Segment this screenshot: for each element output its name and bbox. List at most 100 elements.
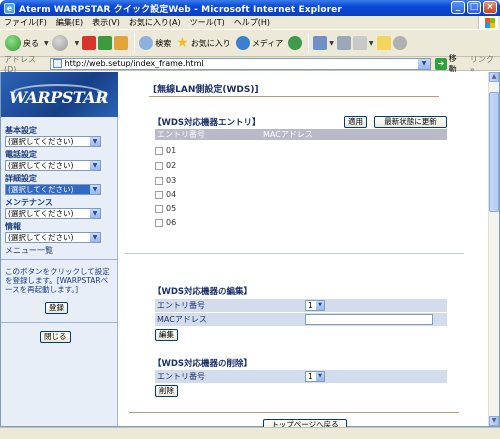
back-button[interactable]: 戻る [5, 35, 39, 51]
menu-tools[interactable]: ツール(T) [190, 17, 225, 28]
forward-button[interactable] [51, 35, 70, 51]
delete-entry-label: エントリ番号 [157, 372, 205, 381]
edit-page-icon[interactable] [352, 36, 367, 50]
entry-checkbox[interactable] [155, 146, 163, 155]
menu-list-link[interactable]: メニュー一覧 [5, 245, 53, 256]
minimize-button[interactable]: _ [451, 1, 465, 14]
col-mac-address: MACアドレス [263, 130, 313, 139]
phone-settings-select[interactable]: (選択してください) ▼ [5, 160, 101, 171]
main-frame: [無線LAN側設定(WDS)] 【WDS対応機器エントリ】 適用 最新状態に更新… [119, 72, 489, 431]
stop-icon[interactable] [82, 36, 97, 50]
media-icon [235, 36, 250, 50]
folder-icon[interactable] [376, 36, 391, 50]
chevron-down-icon: ▼ [90, 209, 100, 218]
nav-label: 電話設定 [5, 150, 37, 159]
entry-checkbox[interactable] [155, 204, 163, 213]
maximize-button[interactable]: □ [467, 1, 481, 14]
warpstar-logo: WARPSTAR [1, 72, 118, 117]
menu-edit[interactable]: 編集(E) [56, 17, 83, 28]
nav-maintenance: メンテナンス (選択してください) ▼ [5, 197, 101, 219]
nav-info: 情報 (選択してください) ▼ [5, 221, 101, 243]
menu-file[interactable]: ファイル(F) [4, 17, 47, 28]
print-icon[interactable] [336, 36, 351, 50]
edit-entry-select[interactable]: 1 ▼ [305, 300, 325, 311]
menu-favorites[interactable]: お気に入り(A) [129, 17, 181, 28]
close-button[interactable]: 閉じる [40, 331, 71, 343]
chevron-down-icon: ▼ [90, 185, 100, 194]
scroll-down-icon[interactable]: ▼ [489, 416, 499, 426]
info-select[interactable]: (選択してください) ▼ [5, 232, 101, 243]
back-dropdown-icon[interactable]: ▼ [44, 40, 49, 47]
windows-logo-icon [478, 16, 498, 29]
toolbar: 戻る ▼ ▼ 検索 ★ お気に入り メディア ▼ ▼ [0, 29, 500, 57]
media-button[interactable]: メディア [235, 36, 283, 50]
edit-dropdown-icon[interactable]: ▼ [369, 40, 374, 47]
title-bar: e Aterm WARPSTAR クイック設定Web - Microsoft I… [0, 0, 500, 16]
window-controls: _ □ × [451, 1, 497, 14]
delete-button[interactable]: 削除 [155, 385, 178, 397]
entry-row[interactable]: 01 [155, 146, 176, 155]
search-button[interactable]: 検索 [139, 36, 171, 50]
address-label: アドレス(D) [4, 54, 36, 74]
address-input[interactable]: http://web.setup/index_frame.html ▼ [49, 57, 432, 70]
close-window-button[interactable]: × [483, 1, 497, 14]
chevron-down-icon: ▼ [316, 301, 324, 310]
delete-entry-select[interactable]: 1 ▼ [305, 371, 325, 382]
home-icon[interactable] [114, 36, 129, 50]
entries-section-title: 【WDS対応機器エントリ】 [153, 118, 261, 128]
mail-dropdown-icon[interactable]: ▼ [329, 40, 334, 47]
favorites-button[interactable]: ★ お気に入り [176, 35, 231, 51]
mail-icon[interactable] [313, 36, 328, 50]
nav-basic-settings: 基本設定 (選択してください) ▼ [5, 125, 101, 147]
search-icon [139, 36, 154, 50]
maintenance-select[interactable]: (選択してください) ▼ [5, 208, 101, 219]
apply-button[interactable]: 適用 [344, 116, 367, 128]
go-arrow-icon: ➔ [435, 57, 447, 70]
nav-label: 詳細設定 [5, 174, 37, 183]
delete-section-title: 【WDS対応機器の削除】 [153, 359, 253, 369]
messenger-icon[interactable] [392, 36, 407, 50]
chevron-down-icon: ▼ [90, 161, 100, 170]
forward-dropdown-icon[interactable]: ▼ [75, 40, 80, 47]
page-icon [52, 59, 62, 68]
chevron-down-icon: ▼ [90, 233, 100, 242]
edit-mac-row: MACアドレス [155, 313, 447, 326]
entry-row[interactable]: 05 [155, 204, 176, 213]
entry-checkbox[interactable] [155, 176, 163, 185]
scroll-thumb[interactable] [489, 92, 499, 212]
register-button[interactable]: 登録 [45, 302, 68, 314]
page-title: [無線LAN側設定(WDS)] [153, 85, 259, 95]
frame-divider [124, 253, 464, 254]
toolbar-separator [134, 33, 136, 53]
entries-table-header: エントリ番号 MACアドレス [155, 129, 447, 140]
entry-checkbox[interactable] [155, 218, 163, 227]
bottom-divider [129, 412, 459, 413]
entry-row[interactable]: 06 [155, 218, 176, 227]
address-url: http://web.setup/index_frame.html [64, 59, 204, 68]
menu-view[interactable]: 表示(V) [92, 17, 120, 28]
links-button[interactable]: リンク » [470, 54, 500, 74]
col-entry-number: エントリ番号 [157, 130, 205, 139]
star-icon: ★ [176, 35, 189, 51]
edit-button[interactable]: 編集 [155, 329, 178, 341]
history-icon[interactable] [288, 36, 303, 50]
mac-address-input[interactable] [305, 314, 433, 325]
nav-label: メンテナンス [5, 198, 53, 207]
refresh-button[interactable]: 最新状態に更新 [374, 116, 447, 128]
vertical-scrollbar[interactable]: ▲ ▼ [488, 72, 499, 426]
address-dropdown-icon[interactable]: ▼ [418, 58, 431, 69]
basic-settings-select[interactable]: (選択してください) ▼ [5, 136, 101, 147]
scroll-up-icon[interactable]: ▲ [489, 72, 499, 82]
entry-checkbox[interactable] [155, 190, 163, 199]
ie-app-icon: e [4, 2, 15, 14]
sidebar-divider [1, 322, 117, 323]
menu-help[interactable]: ヘルプ(H) [234, 17, 270, 28]
entry-row[interactable]: 04 [155, 190, 176, 199]
advanced-settings-select[interactable]: (選択してください) ▼ [5, 184, 101, 195]
sidebar: WARPSTAR 基本設定 (選択してください) ▼ 電話設定 (選択してくださ… [1, 72, 118, 426]
refresh-icon[interactable] [98, 36, 113, 50]
entry-row[interactable]: 02 [155, 161, 176, 170]
entry-checkbox[interactable] [155, 161, 163, 170]
delete-entry-row: エントリ番号 1 ▼ [155, 370, 447, 383]
entry-row[interactable]: 03 [155, 176, 176, 185]
